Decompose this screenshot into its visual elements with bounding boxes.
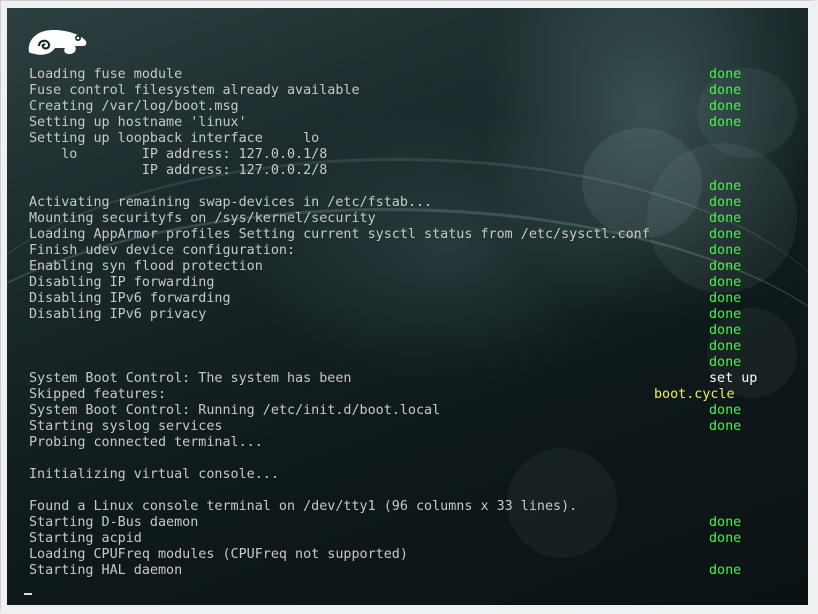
console-message: Skipped features: bbox=[29, 387, 167, 402]
console-message: Fuse control filesystem already availabl… bbox=[29, 83, 360, 98]
console-line: Creating /var/log/boot.msg done bbox=[29, 99, 789, 115]
console-line: Found a Linux console terminal on /dev/t… bbox=[29, 499, 789, 515]
console-message: System Boot Control: The system has been bbox=[29, 371, 352, 386]
status-label: done bbox=[709, 195, 742, 210]
status-label: done bbox=[709, 83, 742, 98]
console-message: Setting up hostname 'linux' bbox=[29, 115, 247, 130]
console-line: Finish udev device configuration: done bbox=[29, 243, 789, 259]
console-line: Disabling IP forwarding done bbox=[29, 275, 789, 291]
status-label: set up bbox=[709, 371, 758, 386]
status-label: done bbox=[709, 403, 742, 418]
console-line: Disabling IPv6 privacy done bbox=[29, 307, 789, 323]
status-label: done bbox=[709, 419, 742, 434]
console-line: Disabling IPv6 forwarding done bbox=[29, 291, 789, 307]
status-label: done bbox=[709, 355, 742, 370]
console-line: Starting acpid done bbox=[29, 531, 789, 547]
console-line: Starting D-Bus daemon done bbox=[29, 515, 789, 531]
status-label: done bbox=[709, 307, 742, 322]
console-message: Loading CPUFreq modules (CPUFreq not sup… bbox=[29, 547, 408, 562]
console-line: Loading CPUFreq modules (CPUFreq not sup… bbox=[29, 547, 789, 563]
console-line: done bbox=[29, 323, 789, 339]
console-message: Finish udev device configuration: bbox=[29, 243, 296, 258]
status-label: boot.cycle bbox=[654, 387, 735, 402]
status-label: done bbox=[709, 339, 742, 354]
console-line: done bbox=[29, 179, 789, 195]
console-message: Starting HAL daemon bbox=[29, 563, 183, 578]
console-message: Enabling syn flood protection bbox=[29, 259, 263, 274]
console-line: lo IP address: 127.0.0.1/8 bbox=[29, 147, 789, 163]
console-message: Mounting securityfs on /sys/kernel/secur… bbox=[29, 211, 376, 226]
console-message: Loading AppArmor profiles Setting curren… bbox=[29, 227, 650, 242]
console-message: Activating remaining swap-devices in /et… bbox=[29, 195, 433, 210]
status-label: done bbox=[709, 515, 742, 530]
console-line: IP address: 127.0.0.2/8 bbox=[29, 163, 789, 179]
status-label: done bbox=[709, 115, 742, 130]
console-message: Disabling IP forwarding bbox=[29, 275, 215, 290]
console-output: Loading fuse module done Fuse control file… bbox=[29, 67, 789, 579]
console-line: Starting syslog services done bbox=[29, 419, 789, 435]
console-message: Starting syslog services bbox=[29, 419, 223, 434]
console-message: Loading fuse module bbox=[29, 67, 183, 82]
console-line: System Boot Control: The system has been… bbox=[29, 371, 789, 387]
status-label: done bbox=[709, 531, 742, 546]
status-label: done bbox=[709, 227, 742, 242]
console-line: Probing connected terminal... bbox=[29, 435, 789, 451]
status-label: done bbox=[709, 259, 742, 274]
console-line: done bbox=[29, 355, 789, 371]
suse-chameleon-logo-icon bbox=[28, 30, 87, 55]
console-message: Setting up loopback interface lo bbox=[29, 131, 320, 146]
console-message: IP address: 127.0.0.2/8 bbox=[29, 163, 328, 178]
console-message: Disabling IPv6 privacy bbox=[29, 307, 207, 322]
console-line: Activating remaining swap-devices in /et… bbox=[29, 195, 789, 211]
console-line: Loading AppArmor profiles Setting curren… bbox=[29, 227, 789, 243]
console-line: Skipped features: boot.cycle bbox=[29, 387, 789, 403]
console-message: Probing connected terminal... bbox=[29, 435, 263, 450]
status-label: done bbox=[709, 563, 742, 578]
status-label: done bbox=[709, 67, 742, 82]
console-line: Enabling syn flood protection done bbox=[29, 259, 789, 275]
console-line: done bbox=[29, 339, 789, 355]
status-label: done bbox=[709, 275, 742, 290]
text-cursor-icon bbox=[24, 593, 32, 595]
console-message: Starting acpid bbox=[29, 531, 142, 546]
console-message: Starting D-Bus daemon bbox=[29, 515, 199, 530]
console-message: System Boot Control: Running /etc/init.d… bbox=[29, 403, 441, 418]
console-message: Creating /var/log/boot.msg bbox=[29, 99, 239, 114]
console-message: Initializing virtual console... bbox=[29, 467, 279, 482]
console-line: Loading fuse module done bbox=[29, 67, 789, 83]
console-message: Disabling IPv6 forwarding bbox=[29, 291, 231, 306]
status-label: done bbox=[709, 291, 742, 306]
console-message: Found a Linux console terminal on /dev/t… bbox=[29, 499, 578, 514]
console-line: Setting up hostname 'linux' done bbox=[29, 115, 789, 131]
console-line: Mounting securityfs on /sys/kernel/secur… bbox=[29, 211, 789, 227]
console-line: Setting up loopback interface lo bbox=[29, 131, 789, 147]
status-label: done bbox=[709, 99, 742, 114]
console-line: Starting HAL daemon done bbox=[29, 563, 789, 579]
console-line: Initializing virtual console... bbox=[29, 467, 789, 483]
console-line: System Boot Control: Running /etc/init.d… bbox=[29, 403, 789, 419]
window-frame: Loading fuse module done Fuse control file… bbox=[0, 0, 818, 614]
console-line: Fuse control filesystem already availabl… bbox=[29, 83, 789, 99]
status-label: done bbox=[709, 243, 742, 258]
boot-screen: Loading fuse module done Fuse control file… bbox=[7, 8, 808, 605]
console-message: lo IP address: 127.0.0.1/8 bbox=[29, 147, 328, 162]
status-label: done bbox=[709, 211, 742, 226]
status-label: done bbox=[709, 323, 742, 338]
status-label: done bbox=[709, 179, 742, 194]
